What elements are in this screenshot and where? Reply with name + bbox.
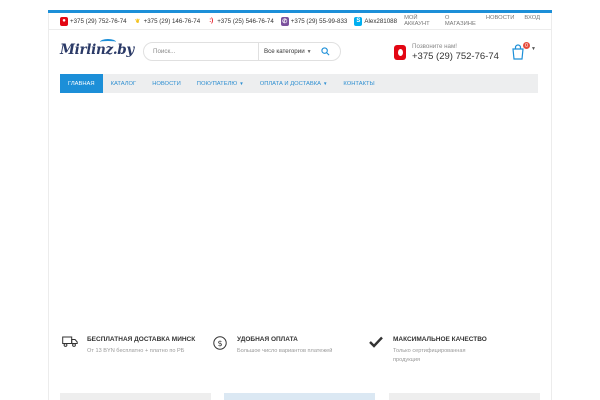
my-account-link[interactable]: МОЙ АККАУНТ [404, 15, 435, 27]
promo-card[interactable] [60, 393, 211, 400]
cart-chevron-icon: ▼ [531, 46, 536, 52]
cart-button[interactable]: 0 ▼ [511, 42, 539, 60]
about-store-link[interactable]: О МАГАЗИНЕ [445, 15, 476, 27]
contact-number: +375 (29) 55-99-833 [290, 17, 348, 25]
nav-item-label: КАТАЛОГ [110, 80, 137, 87]
call-us-block: Позвоните нам! +375 (29) 752-76-74 [394, 43, 499, 62]
topbar: ● +375 (29) 752-76-74 ❦ +375 (29) 146-76… [60, 14, 540, 28]
contact-number: +375 (29) 752-76-74 [70, 17, 127, 25]
contact-skype[interactable]: S Alex281088 [354, 16, 398, 26]
category-select[interactable]: Все категории ▼ [258, 43, 312, 60]
nav-item-news[interactable]: НОВОСТИ [144, 74, 189, 93]
contact-number: +375 (29) 146-76-74 [143, 17, 201, 25]
skype-icon: S [354, 16, 363, 26]
dollar-icon: $ [213, 336, 227, 350]
nav-item-label: КОНТАКТЫ [343, 80, 375, 87]
nav-item-catalog[interactable]: КАТАЛОГ [103, 74, 145, 93]
nav-item-home[interactable]: ГЛАВНАЯ [60, 74, 103, 93]
feature-subtitle: От 13 BYN бесплатно + платно по РБ [87, 348, 185, 354]
contact-life[interactable]: :) +375 (25) 546-76-74 [207, 17, 274, 26]
nav-item-contacts[interactable]: КОНТАКТЫ [335, 74, 382, 93]
promo-card[interactable] [224, 393, 375, 400]
contact-viber[interactable]: ✆ +375 (29) 55-99-833 [280, 16, 348, 26]
chevron-down-icon: ▼ [322, 81, 328, 86]
topbar-divider [49, 29, 551, 30]
search-input[interactable] [144, 43, 258, 60]
search-bar: Все категории ▼ [143, 42, 341, 61]
logo-text: Mirlinz.by [60, 42, 134, 58]
svg-text:$: $ [217, 339, 222, 348]
viber-icon: ✆ [280, 16, 289, 26]
promo-card[interactable] [389, 393, 540, 400]
contact-skype-name: Alex281088 [364, 17, 398, 25]
contact-mts[interactable]: ● +375 (29) 752-76-74 [60, 16, 127, 26]
feature-convenient-payment: $ УДОБНАЯ ОПЛАТА Большое число вариантов… [210, 336, 366, 376]
site-logo[interactable]: Mirlinz.by [60, 39, 134, 64]
feature-title: МАКСИМАЛЬНОЕ КАЧЕСТВО [393, 336, 487, 343]
feature-max-quality: МАКСИМАЛЬНОЕ КАЧЕСТВО Только сертифициро… [366, 336, 536, 376]
search-button[interactable] [310, 43, 340, 60]
logo-eye-icon [100, 39, 116, 45]
top-links: МОЙ АККАУНТ О МАГАЗИНЕ НОВОСТИ ВХОД [404, 15, 540, 27]
nav-item-payment-delivery[interactable]: ОПЛАТА И ДОСТАВКА ▼ [252, 74, 336, 93]
nav-item-label: ГЛАВНАЯ [68, 80, 95, 87]
category-select-value: Все категории [264, 48, 305, 55]
call-us-label: Позвоните нам! [412, 43, 457, 50]
nav-item-label: НОВОСТИ [152, 80, 181, 87]
feature-title: УДОБНАЯ ОПЛАТА [237, 336, 298, 343]
call-us-number[interactable]: +375 (29) 752-76-74 [412, 51, 499, 62]
contact-velcom[interactable]: ❦ +375 (29) 146-76-74 [134, 17, 201, 26]
nav-item-buyers[interactable]: ПОКУПАТЕЛЮ ▼ [189, 74, 252, 93]
news-link[interactable]: НОВОСТИ [486, 15, 515, 27]
feature-subtitle: Большое число вариантов платежей [237, 348, 333, 354]
features-row: БЕСПЛАТНАЯ ДОСТАВКА МИНСК От 13 BYN бесп… [60, 336, 540, 376]
nav-item-label: ПОКУПАТЕЛЮ [196, 80, 238, 87]
search-icon [320, 47, 329, 56]
main-nav: ГЛАВНАЯ КАТАЛОГ НОВОСТИ ПОКУПАТЕЛЮ ▼ ОПЛ… [60, 74, 538, 93]
chevron-down-icon: ▼ [239, 81, 244, 86]
login-link[interactable]: ВХОД [524, 15, 540, 27]
life-icon: :) [209, 18, 214, 24]
feature-free-delivery: БЕСПЛАТНАЯ ДОСТАВКА МИНСК От 13 BYN бесп… [60, 336, 210, 376]
feature-subtitle: Только сертифицированная продукция [393, 348, 466, 363]
contact-number: +375 (25) 546-76-74 [217, 17, 274, 25]
checkmark-icon [369, 336, 383, 348]
cart-count-badge: 0 [523, 42, 530, 49]
mts-phone-icon [394, 45, 406, 60]
feature-title: БЕСПЛАТНАЯ ДОСТАВКА МИНСК [87, 336, 196, 343]
nav-item-label: ОПЛАТА И ДОСТАВКА [259, 80, 321, 87]
mts-icon: ● [60, 16, 68, 26]
velcom-icon: ❦ [135, 18, 141, 25]
truck-icon [62, 336, 78, 347]
